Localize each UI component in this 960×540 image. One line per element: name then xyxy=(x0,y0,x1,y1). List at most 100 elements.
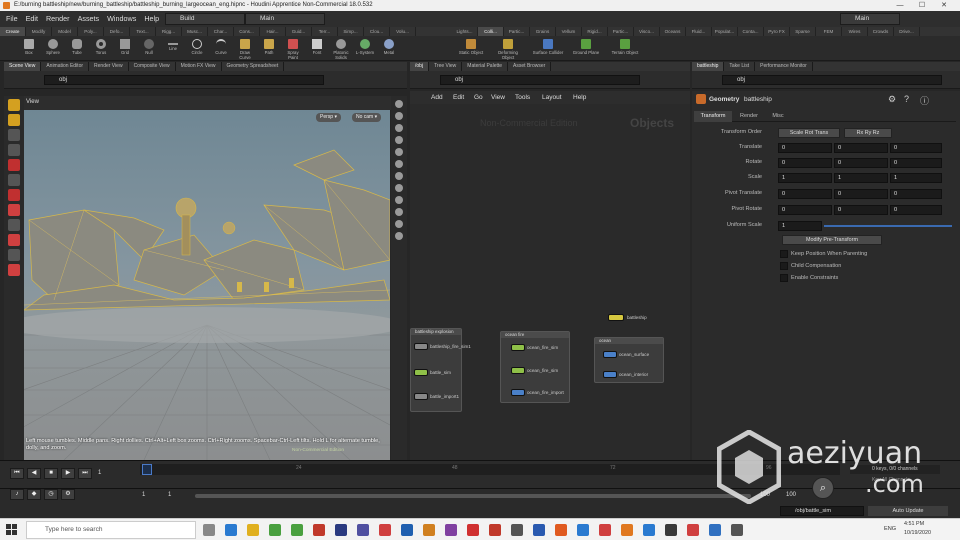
shelf-tab[interactable]: Crowds xyxy=(868,27,894,36)
rotate-order-select[interactable]: Rx Ry Rz xyxy=(844,128,892,138)
minimize-button[interactable]: — xyxy=(890,0,910,11)
platonic-solids-tool[interactable]: Platonic Solids xyxy=(330,37,352,60)
jump-start-button[interactable]: ⏮ xyxy=(10,468,24,479)
translate-y-field[interactable]: 0 xyxy=(834,143,888,153)
after-effects-icon[interactable] xyxy=(357,524,369,536)
select-tool-icon[interactable] xyxy=(8,99,20,111)
tab-asset-browser[interactable]: Asset Browser xyxy=(508,62,552,71)
shelf-tab-create[interactable]: Create xyxy=(0,27,26,36)
rotate-tool-icon[interactable] xyxy=(8,129,20,141)
shelf-tab[interactable]: Grains xyxy=(530,27,556,36)
shelf-tab[interactable]: Populat... xyxy=(712,27,738,36)
pivot-translate-z-field[interactable]: 0 xyxy=(890,189,942,199)
jump-end-button[interactable]: ⏭ xyxy=(78,468,92,479)
rotate-y-field[interactable]: 0 xyxy=(834,158,888,168)
gear-icon[interactable]: ⚙ xyxy=(888,94,896,105)
deforming-object-tool[interactable]: Deforming Object xyxy=(492,37,524,60)
spray-paint-tool[interactable]: Spray Paint xyxy=(282,37,304,60)
app-icon[interactable] xyxy=(313,524,325,536)
tab-scene-view[interactable]: Scene View xyxy=(4,62,42,71)
houdini-taskbar-icon[interactable] xyxy=(555,524,567,536)
chrome-icon[interactable] xyxy=(269,524,281,536)
tab-obj[interactable]: /obj xyxy=(410,62,430,71)
move-tool-icon[interactable] xyxy=(8,114,20,126)
shelf-tab[interactable]: Rigid... xyxy=(582,27,608,36)
premiere-icon[interactable] xyxy=(335,524,347,536)
tab-performance-monitor[interactable]: Performance Monitor xyxy=(755,62,813,71)
normals-icon[interactable] xyxy=(395,196,403,204)
tab-animation-editor[interactable]: Animation Editor xyxy=(41,62,90,71)
tab-geometry-spreadsheet[interactable]: Geometry Spreadsheet xyxy=(222,62,285,71)
shelf-tab[interactable]: Volu... xyxy=(390,27,416,36)
tab-render[interactable]: Render xyxy=(734,111,764,122)
shelf-tab[interactable]: Partic... xyxy=(608,27,634,36)
lock-icon[interactable] xyxy=(395,112,403,120)
play-button[interactable]: ▶ xyxy=(61,468,75,479)
app-icon[interactable] xyxy=(511,524,523,536)
shelf-tab[interactable]: Fluid... xyxy=(686,27,712,36)
app-icon[interactable] xyxy=(533,524,545,536)
menu-edit[interactable]: Edit xyxy=(26,14,38,23)
menu-windows[interactable]: Windows xyxy=(107,14,136,23)
grid-toggle-icon[interactable] xyxy=(395,172,403,180)
shelf-tab[interactable]: Simp... xyxy=(338,27,364,36)
shelf-tab[interactable]: Oceans xyxy=(660,27,686,36)
pivot-rotate-z-field[interactable]: 0 xyxy=(890,205,942,215)
paint-tool-icon[interactable] xyxy=(8,189,20,201)
visualizers-icon[interactable] xyxy=(395,220,403,228)
tab-composite-view[interactable]: Composite View xyxy=(129,62,176,71)
node-ocean-fire-sim-2[interactable] xyxy=(511,367,525,374)
keyframe-icon[interactable]: ◆ xyxy=(27,489,41,500)
app-icon[interactable] xyxy=(665,524,677,536)
curve-tool[interactable]: Curve xyxy=(210,37,232,60)
grid-tool[interactable]: Grid xyxy=(114,37,136,60)
shelf-tab-collisions[interactable]: Colli... xyxy=(478,27,504,36)
edge-icon[interactable] xyxy=(225,524,237,536)
pivot-rotate-y-field[interactable]: 0 xyxy=(834,205,888,215)
shelf-tab[interactable]: Lights... xyxy=(452,27,478,36)
illustrator-icon[interactable] xyxy=(423,524,435,536)
tab-misc[interactable]: Misc xyxy=(766,111,790,122)
pivot-translate-y-field[interactable]: 0 xyxy=(834,189,888,199)
app-icon[interactable] xyxy=(291,524,303,536)
scale-tool-icon[interactable] xyxy=(8,144,20,156)
taskbar-search-box[interactable]: Type here to search xyxy=(26,521,196,539)
shelf-tab[interactable]: Partic... xyxy=(504,27,530,36)
shelf-tab[interactable]: FEM xyxy=(816,27,842,36)
shelf-tab[interactable]: Visco... xyxy=(634,27,660,36)
ground-plane-tool[interactable]: Ground Plane xyxy=(570,37,602,60)
sphere-tool[interactable]: Sphere xyxy=(42,37,64,60)
photoshop-icon[interactable] xyxy=(401,524,413,536)
node-battleship-fire-sim[interactable] xyxy=(414,343,428,350)
transform-order-select[interactable]: Scale Rot Trans xyxy=(778,128,840,138)
circle-tool[interactable]: Circle xyxy=(186,37,208,60)
range-slider[interactable] xyxy=(195,494,751,498)
translate-z-field[interactable]: 0 xyxy=(890,143,942,153)
magnet-icon[interactable] xyxy=(8,204,20,216)
network-box-ocean[interactable]: ocean ocean_surface ocean_interior xyxy=(594,337,664,383)
app-icon[interactable] xyxy=(621,524,633,536)
shelf-tab[interactable]: Text... xyxy=(130,27,156,36)
app-icon[interactable] xyxy=(379,524,391,536)
net-menu-go[interactable]: Go xyxy=(474,91,483,105)
camera-icon[interactable] xyxy=(8,249,20,261)
network-editor[interactable]: Non-Commercial Edition Objects battleshi… xyxy=(410,104,690,460)
shelf-tab[interactable]: Model xyxy=(52,27,78,36)
tab-battleship[interactable]: battleship xyxy=(692,62,725,71)
param-path-field[interactable]: obj xyxy=(722,75,942,85)
app-icon[interactable] xyxy=(577,524,589,536)
network-box-battleship-explosion[interactable]: battleship explosion battleship_fire_sim… xyxy=(410,328,471,412)
tab-motion-fx-view[interactable]: Motion FX View xyxy=(176,62,222,71)
l-system-tool[interactable]: L-System xyxy=(354,37,376,60)
build-desktop-select[interactable]: Build xyxy=(165,13,245,25)
status-path-field[interactable]: /obj/battle_sim xyxy=(780,506,864,516)
scale-x-field[interactable]: 1 xyxy=(778,173,832,183)
draw-curve-tool[interactable]: Draw Curve xyxy=(234,37,256,60)
range-start-2[interactable]: 1 xyxy=(168,492,171,498)
app-icon[interactable] xyxy=(687,524,699,536)
file-explorer-icon[interactable] xyxy=(247,524,259,536)
uniform-scale-field[interactable]: 1 xyxy=(778,221,822,231)
menu-file[interactable]: File xyxy=(6,14,18,23)
close-button[interactable]: ✕ xyxy=(934,0,954,11)
static-object-tool[interactable]: Static Object xyxy=(455,37,487,60)
